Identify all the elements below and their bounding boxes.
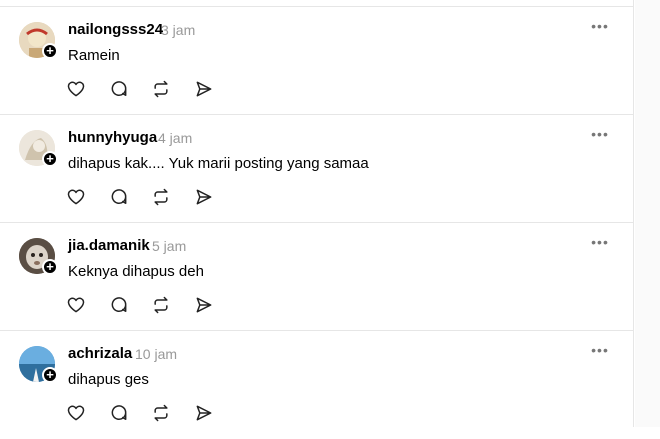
username[interactable]: hunnyhyuga (68, 129, 157, 146)
username[interactable]: nailongsss24 (68, 21, 163, 38)
post-time: 5 jam (152, 238, 187, 254)
follow-plus-icon[interactable]: + (42, 259, 58, 275)
post-actions (66, 187, 226, 209)
follow-plus-icon[interactable]: + (42, 367, 58, 383)
comment-icon[interactable] (109, 187, 131, 209)
more-options-icon[interactable]: ••• (589, 19, 611, 33)
username[interactable]: achrizala (68, 345, 132, 362)
username[interactable]: jia.damanik (68, 237, 150, 254)
send-icon[interactable] (194, 295, 216, 317)
post-time: 10 jam (135, 346, 178, 362)
heart-icon[interactable] (66, 403, 88, 425)
send-icon[interactable] (194, 79, 216, 101)
more-options-icon[interactable]: ••• (589, 343, 611, 357)
heart-icon[interactable] (66, 79, 88, 101)
send-icon[interactable] (194, 403, 216, 425)
comment-icon[interactable] (109, 79, 131, 101)
post-actions (66, 79, 226, 101)
post-item: + achrizala 10 jam ••• dihapus ges (0, 331, 634, 439)
post-text: dihapus ges (68, 371, 149, 388)
comment-icon[interactable] (109, 295, 131, 317)
right-panel-edge (635, 0, 660, 427)
follow-plus-icon[interactable]: + (42, 151, 58, 167)
repost-icon[interactable] (151, 187, 173, 209)
post-actions (66, 295, 226, 317)
heart-icon[interactable] (66, 295, 88, 317)
post-text: Ramein (68, 47, 120, 64)
post-time: 3 jam (161, 22, 196, 38)
post-time: 4 jam (158, 130, 193, 146)
post-item: + nailongsss24 3 jam ••• Ramein (0, 7, 634, 115)
send-icon[interactable] (194, 187, 216, 209)
post-item: + jia.damanik 5 jam ••• Keknya dihapus d… (0, 223, 634, 331)
post-text: dihapus kak.... Yuk marii posting yang s… (68, 155, 369, 172)
repost-icon[interactable] (151, 79, 173, 101)
post-actions (66, 403, 226, 425)
post-text: Keknya dihapus deh (68, 263, 204, 280)
more-options-icon[interactable]: ••• (589, 235, 611, 249)
repost-icon[interactable] (151, 403, 173, 425)
post-item: + hunnyhyuga 4 jam ••• dihapus kak.... Y… (0, 115, 634, 223)
comment-icon[interactable] (109, 403, 131, 425)
replies-feed: + nailongsss24 3 jam ••• Ramein + hunnyh… (0, 0, 634, 427)
heart-icon[interactable] (66, 187, 88, 209)
repost-icon[interactable] (151, 295, 173, 317)
more-options-icon[interactable]: ••• (589, 127, 611, 141)
follow-plus-icon[interactable]: + (42, 43, 58, 59)
